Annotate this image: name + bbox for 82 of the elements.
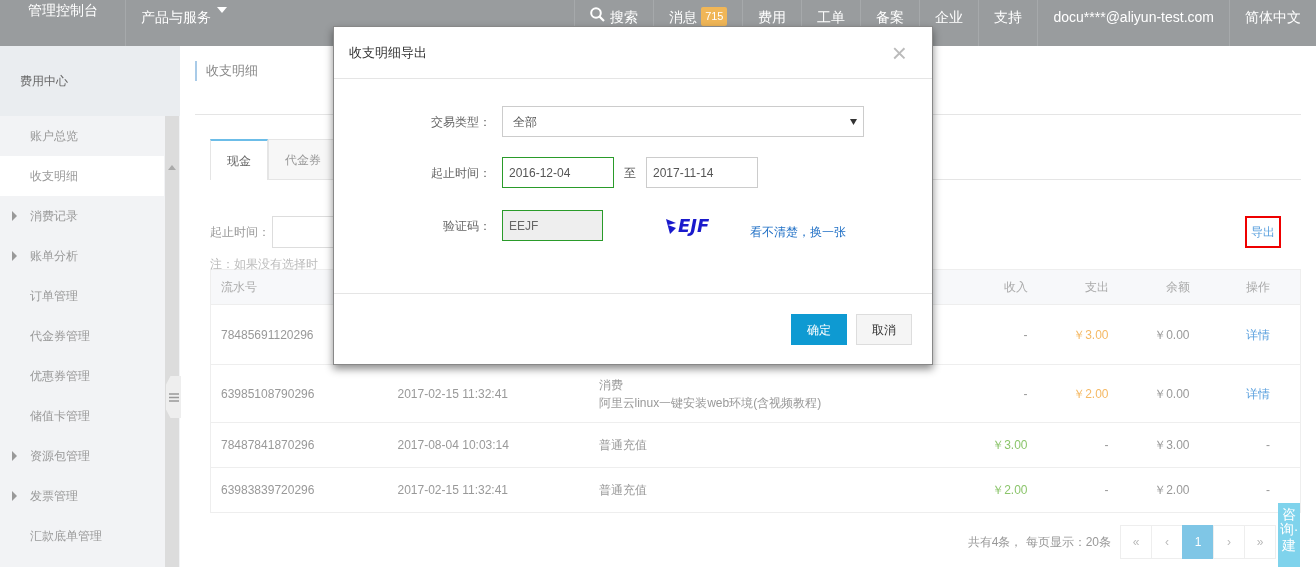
dropdown-icon [850,118,857,125]
language-link[interactable]: 简体中文 [1229,0,1316,46]
table-cell-text: 普通充值 [598,482,648,499]
table-cell: ￥3.00 [1073,327,1109,342]
table-cell-text: 普通充值 [598,437,648,454]
nav-link[interactable]: 支持 [978,0,1038,46]
sidebar-item[interactable]: 储值卡管理 [0,396,164,436]
messages-link[interactable]: 消息 [669,7,698,28]
page-button[interactable]: « [1120,525,1152,559]
scrollbar[interactable] [165,116,179,567]
table-cell: 63983839720296 [221,483,315,497]
consult-widget[interactable]: 咨询·建 [1278,503,1300,567]
field-label: 交易类型： [430,113,491,131]
table-cell: ￥2.00 [1154,483,1190,497]
sidebar-item[interactable]: 消费记录 [0,196,164,236]
table-cell-text: 阿里云linux一键安装web环境(含视频教程) [598,394,823,412]
sidebar-item[interactable]: 汇款底单管理 [0,516,164,556]
sidebar-item[interactable]: 优惠券管理 [0,356,164,396]
table-cell: ￥3.00 [992,438,1028,452]
type-select[interactable]: 全部 [502,106,864,137]
page-button[interactable]: › [1213,525,1245,559]
select-value: 全部 [513,113,537,131]
field-label: 验证码： [442,217,491,235]
table-cell-text: 消费 [598,376,624,394]
sidebar-item[interactable]: 发票管理 [0,476,164,516]
page-button[interactable]: ‹ [1151,525,1183,559]
captcha-image: EJF [664,212,726,239]
table-cell: ￥2.00 [1073,386,1109,401]
sidebar-title: 费用中心 [0,46,180,116]
page-title: 收支明细 [195,61,258,81]
refresh-captcha-link[interactable]: 看不清楚，换一张 [750,222,846,241]
table-cell: - [1023,386,1028,401]
pagination-summary: 共有4条， 每页显示：20条 [967,534,1111,551]
sidebar-item[interactable]: 订单管理 [0,276,164,316]
search-icon [590,7,606,22]
table-cell: ￥2.00 [992,483,1028,497]
sidebar-item[interactable]: 收支明细 [0,156,164,196]
scroll-up-icon[interactable] [168,165,176,170]
sidebar-item[interactable]: 账户总览 [0,116,164,156]
filter-label: 起止时间： [210,224,270,241]
cancel-button[interactable]: 取消 [856,314,912,345]
column-header: 操作 [1246,280,1270,294]
table-cell: - [1266,483,1270,497]
caret-icon [217,7,227,13]
message-count-badge: 715 [701,7,728,26]
table-cell: 2017-02-15 11:32:41 [397,483,509,497]
captcha-field[interactable]: EEJF [502,210,603,241]
details-link[interactable]: 详情 [1246,327,1270,342]
table-cell: ￥0.00 [1154,386,1190,401]
page-button[interactable]: » [1244,525,1276,559]
table-cell: 2017-08-04 10:03:14 [397,438,509,452]
page-button[interactable]: 1 [1182,525,1214,559]
table-cell: 78485691120296 [221,327,314,342]
table-cell: ￥0.00 [1154,327,1190,342]
table-cell: 2017-02-15 11:32:41 [397,386,509,401]
table-cell: 63985108790296 [221,386,315,401]
table-cell: - [1023,327,1028,342]
confirm-button[interactable]: 确定 [791,314,847,345]
tab[interactable]: 现金 [210,139,268,180]
column-header: 余额 [1165,280,1190,294]
sidebar-item[interactable]: 代金券管理 [0,316,164,356]
column-header: 支出 [1084,280,1109,294]
field-label: 起止时间： [430,164,491,182]
sidebar-item[interactable]: 账单分析 [0,236,164,276]
table-cell: - [1266,438,1270,452]
filter-note: 注：如果没有选择时 [210,256,319,269]
sidebar-item[interactable]: 资源包管理 [0,436,164,476]
start-date-field[interactable]: 2016-12-04 [502,157,614,188]
table-cell: 78487841870296 [221,438,315,452]
export-button[interactable]: 导出 [1245,216,1281,248]
table-cell: ￥3.00 [1154,438,1190,452]
collapse-handle[interactable] [166,376,181,418]
dialog-title: 收支明细导出 [349,43,427,62]
console-link[interactable]: 管理控制台 [0,0,125,46]
table-cell: - [1104,438,1109,452]
column-header: 流水号 [221,280,257,294]
range-separator: 至 [624,164,636,182]
details-link[interactable]: 详情 [1246,386,1270,401]
account-link[interactable]: docu****@aliyun-test.com [1037,0,1229,46]
column-header: 收入 [1003,280,1028,294]
end-date-field[interactable]: 2017-11-14 [646,157,758,188]
table-cell: - [1104,483,1109,497]
